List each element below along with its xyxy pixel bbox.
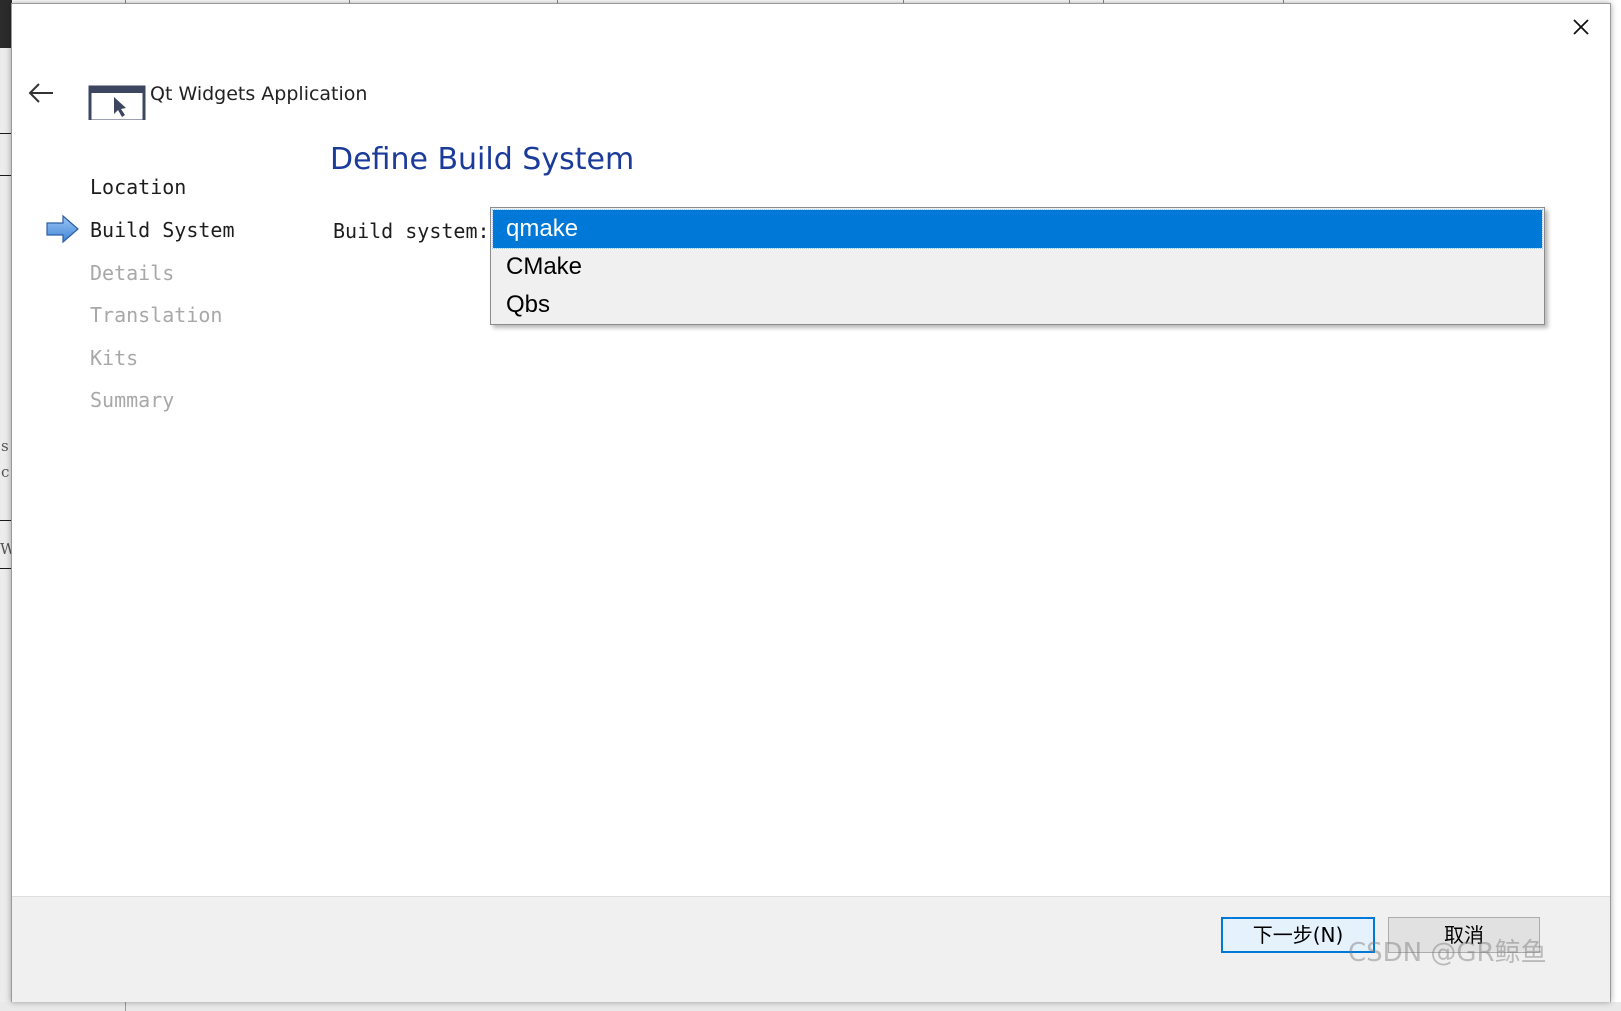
background-rule <box>0 133 11 134</box>
background-text-fragment: c <box>1 463 10 481</box>
background-rule <box>0 520 11 521</box>
build-system-option-qmake[interactable]: qmake <box>492 209 1543 249</box>
background-rule <box>125 1002 126 1011</box>
next-button[interactable]: 下一步(N) <box>1221 917 1375 953</box>
step-build-system: Build System <box>90 218 235 242</box>
background-rule <box>0 175 11 176</box>
step-kits: Kits <box>90 346 139 370</box>
build-system-label: Build system: <box>333 219 490 243</box>
cancel-button[interactable]: 取消 <box>1388 917 1540 953</box>
back-arrow-icon[interactable] <box>26 78 56 108</box>
close-icon[interactable] <box>1570 16 1592 38</box>
step-details: Details <box>90 261 175 285</box>
current-step-arrow-icon <box>46 214 79 244</box>
page-title: Define Build System <box>330 142 635 177</box>
build-system-option-cmake[interactable]: CMake <box>493 248 1542 286</box>
wizard-button-bar: 下一步(N) 取消 <box>12 896 1610 1002</box>
step-location: Location <box>90 175 187 199</box>
app-window-icon <box>88 85 146 120</box>
step-summary: Summary <box>90 388 175 412</box>
screen: s c W Qt Widgets Application Location Bu… <box>0 0 1621 1011</box>
background-bottom-bar <box>0 1002 1621 1011</box>
build-system-dropdown-list[interactable]: qmake CMake Qbs <box>490 207 1545 325</box>
background-text-fragment: s <box>1 437 9 455</box>
step-translation: Translation <box>90 303 223 327</box>
background-rule <box>0 568 11 569</box>
wizard-app-title: Qt Widgets Application <box>150 83 368 105</box>
new-project-wizard-dialog: Qt Widgets Application Location Build Sy… <box>11 3 1611 1002</box>
build-system-option-qbs[interactable]: Qbs <box>493 286 1542 324</box>
